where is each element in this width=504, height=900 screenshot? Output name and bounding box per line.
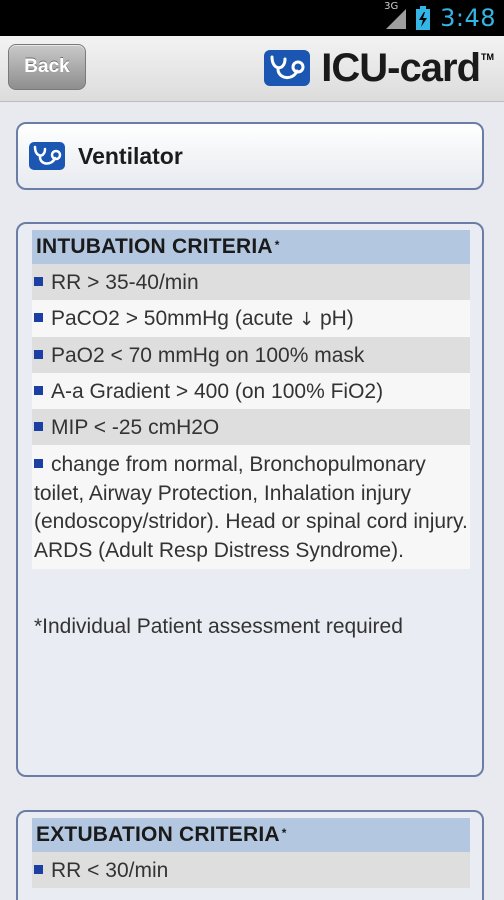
status-bar: 3G 3:48	[0, 0, 504, 36]
criteria-text: PaCO2 > 50mmHg (acute	[51, 307, 300, 330]
battery-charging-icon	[416, 6, 431, 30]
signal-icon: 3G	[384, 1, 407, 29]
footnote-text: *Individual Patient assessment required	[34, 615, 403, 638]
section-title-card: Ventilator	[16, 122, 484, 190]
intubation-criteria-card: INTUBATION CRITERIA * RR > 35-40/min PaCO…	[16, 222, 484, 777]
back-button[interactable]: Back	[8, 44, 86, 90]
bullet-icon	[34, 276, 43, 286]
brand-name: ICU-card	[321, 45, 481, 90]
footnote-marker: *	[281, 826, 287, 840]
list-item: A-a Gradient > 400 (on 100% FiO2)	[32, 373, 470, 409]
bullet-icon	[34, 312, 43, 322]
app-header: Back ICU-card TM	[0, 36, 504, 102]
criteria-text: A-a Gradient > 400 (on 100% FiO2)	[51, 380, 384, 403]
bullet-icon	[34, 864, 43, 874]
network-type-label: 3G	[384, 1, 399, 12]
list-item: change from normal, Bronchopulmonary toi…	[32, 445, 470, 569]
footnote-marker: *	[274, 238, 280, 252]
list-item: MIP < -25 cmH2O	[32, 409, 470, 445]
criteria-text: RR < 30/min	[51, 859, 169, 882]
status-clock: 3:48	[440, 4, 496, 32]
page-title: Ventilator	[78, 142, 183, 169]
bullet-icon	[34, 458, 43, 468]
extubation-criteria-header: EXTUBATION CRITERIA *	[32, 818, 470, 852]
bullet-icon	[34, 421, 43, 431]
stethoscope-icon	[264, 50, 311, 86]
list-item: PaO2 < 70 mmHg on 100% mask	[32, 337, 470, 373]
brand-logo: ICU-card TM	[263, 46, 494, 90]
list-item: PaCO2 > 50mmHg (acute ↓ pH)	[32, 300, 470, 337]
criteria-text: change from normal, Bronchopulmonary toi…	[34, 453, 468, 562]
bullet-icon	[34, 385, 43, 395]
stethoscope-icon	[29, 142, 65, 170]
extubation-criteria-title: EXTUBATION CRITERIA	[36, 823, 280, 846]
bullet-icon	[34, 349, 43, 359]
criteria-text-suffix: pH)	[314, 307, 354, 330]
intubation-criteria-header: INTUBATION CRITERIA *	[32, 230, 470, 264]
list-item: RR < 30/min	[32, 852, 470, 888]
list-item: RR > 35-40/min	[32, 264, 470, 300]
intubation-criteria-title: INTUBATION CRITERIA	[36, 235, 273, 258]
extubation-criteria-card: EXTUBATION CRITERIA * RR < 30/min	[16, 810, 484, 900]
arrow-down-icon: ↓	[299, 309, 315, 330]
criteria-text: MIP < -25 cmH2O	[51, 416, 220, 439]
criteria-text: PaO2 < 70 mmHg on 100% mask	[51, 344, 365, 367]
criteria-text: RR > 35-40/min	[51, 271, 199, 294]
brand-trademark: TM	[481, 52, 494, 62]
